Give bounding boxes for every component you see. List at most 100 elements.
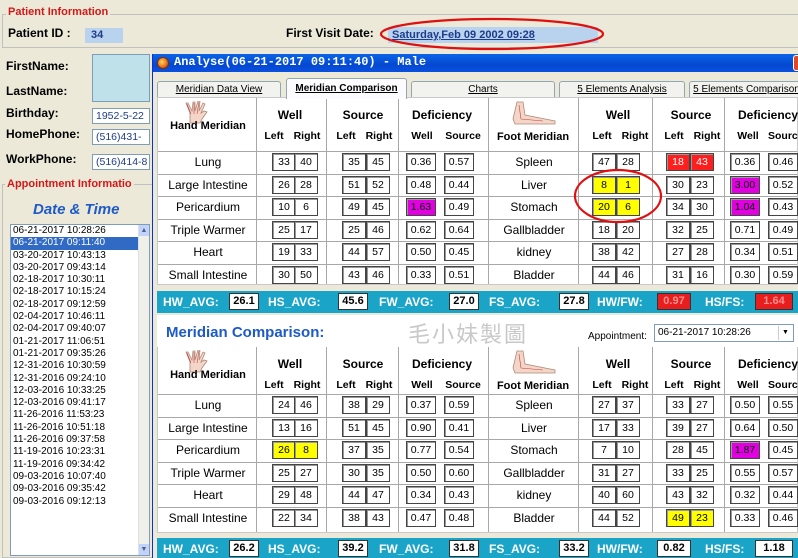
hand-wr-value: 50 [294, 265, 318, 284]
appointment-list-item[interactable]: 06-21-2017 10:28:26 [11, 225, 139, 237]
appointment-list-item[interactable]: 02-04-2017 10:46:11 [11, 311, 139, 323]
appointment-select[interactable]: 06-21-2017 10:28:26 ▼ [654, 324, 794, 342]
hand-sr-value: 52 [366, 175, 390, 194]
foot-wl-value: 31 [592, 463, 616, 482]
hand-ds-value: 0.54 [444, 441, 474, 459]
hand-meridian-name: Lung [194, 398, 222, 412]
foot-sr-value: 45 [690, 441, 714, 459]
scroll-up-button[interactable]: ▲ [139, 225, 149, 236]
foot-wr-value: 37 [616, 396, 640, 414]
foot-ds-value: 0.46 [768, 508, 798, 527]
meridian-table-current: Hand Meridian Well Source Deficiency Left Rig… [157, 97, 798, 285]
foot-well-left-header: Left [592, 130, 612, 142]
close-icon[interactable]: x [793, 55, 798, 71]
avg-label: HW_AVG: [163, 295, 219, 309]
appointment-list-item[interactable]: 11-26-2016 09:37:58 [11, 434, 139, 446]
tab-meridian-comparison[interactable]: Meridian Comparison [286, 78, 407, 99]
foot-wl-value: 44 [592, 508, 616, 527]
tab-5-elements-analysis[interactable]: 5 Elements Analysis [559, 81, 685, 98]
hand-meridian-name: Lung [194, 155, 222, 169]
workphone-field[interactable]: (516)414-8 [92, 154, 150, 170]
appointment-list[interactable]: 06-21-2017 10:28:26 06-21-2017 09:11:40 03… [10, 224, 150, 556]
hand-sl-value: 38 [342, 508, 366, 527]
hand-ds-value: 0.51 [444, 265, 474, 284]
foot-sl-value: 32 [666, 220, 690, 239]
chevron-down-icon[interactable]: ▼ [778, 326, 792, 340]
foot-wl-value: 27 [592, 396, 616, 414]
appointment-list-item[interactable]: 12-03-2016 09:41:17 [11, 397, 139, 409]
appointment-list-item[interactable]: 12-03-2016 10:33:25 [11, 385, 139, 397]
foot-sl-value: 31 [666, 265, 690, 284]
tab-meridian-data-view[interactable]: Meridian Data View [157, 81, 281, 98]
hand-sr-value: 47 [366, 486, 390, 504]
grid-vline [398, 98, 399, 284]
foot-ds-value: 0.57 [768, 463, 798, 482]
foot-wr-value: 46 [616, 265, 640, 284]
appointment-select-value: 06-21-2017 10:28:26 [658, 327, 751, 338]
homephone-field[interactable]: (516)431- [92, 129, 150, 145]
analyse-titlebar[interactable]: Analyse(06-21-2017 09:11:40) - Male x [153, 54, 798, 72]
hand-def-source-header: Source [445, 130, 481, 142]
grid-hline [158, 173, 797, 175]
patient-id-label: Patient ID : [8, 26, 71, 40]
foot-ds-value: 0.55 [768, 396, 798, 414]
appointment-list-item[interactable]: 03-20-2017 09:43:14 [11, 262, 139, 274]
appointment-label: Appointment: [588, 331, 647, 342]
foot-meridian-name: Bladder [513, 267, 555, 282]
hand-wl-value: 26 [272, 175, 296, 194]
hand-dw-value: 0.90 [406, 418, 436, 437]
tab-charts[interactable]: Charts [411, 81, 555, 98]
hand-source-right-header: Right [365, 130, 393, 142]
appointment-list-item[interactable]: 12-31-2016 09:24:10 [11, 373, 139, 385]
grid-vline [256, 98, 257, 284]
foot-source-header: Source [670, 108, 712, 122]
grid-hline [158, 439, 797, 440]
hand-wr-value: 46 [294, 396, 318, 414]
scroll-down-button[interactable]: ▼ [139, 544, 149, 555]
avg-label: FS_AVG: [489, 542, 541, 556]
foot-source-right-header: Right [693, 130, 721, 142]
avg-label: HS/FS: [705, 542, 745, 556]
appointment-list-item[interactable]: 11-19-2016 09:34:42 [11, 459, 139, 471]
avg-value: 33.2 [559, 540, 589, 557]
foot-dw-value: 0.50 [730, 396, 760, 414]
avg-label: HW/FW: [597, 295, 643, 309]
hand-wl-value: 25 [272, 463, 296, 482]
tab-5-elements-comparison[interactable]: 5 Elements Comparison [689, 81, 798, 98]
appointment-list-item[interactable]: 02-18-2017 10:15:24 [11, 286, 139, 298]
grid-hline [158, 263, 797, 265]
hand-sr-value: 46 [366, 220, 390, 239]
appointment-list-item[interactable]: 01-21-2017 09:35:26 [11, 348, 139, 360]
hand-meridian-header: Hand Meridian [170, 120, 246, 132]
foot-dw-value: 0.64 [730, 418, 760, 437]
appointment-list-item[interactable]: 11-19-2016 10:23:31 [11, 446, 139, 458]
avg-value: 31.8 [449, 540, 479, 557]
appointment-list-item[interactable]: 09-03-2016 09:35:42 [11, 483, 139, 495]
appointment-list-item[interactable]: 02-18-2017 10:30:11 [11, 274, 139, 286]
appointment-list-item[interactable]: 03-20-2017 10:43:13 [11, 250, 139, 262]
foot-ds-value: 0.45 [768, 441, 798, 459]
foot-ds-value: 0.49 [768, 220, 798, 239]
appointment-list-item[interactable]: 12-31-2016 10:30:59 [11, 360, 139, 372]
hand-sr-value: 57 [366, 243, 390, 261]
appointment-list-item[interactable]: 02-04-2017 09:40:07 [11, 323, 139, 335]
foot-ds-value: 0.44 [768, 486, 798, 504]
appointment-list-item[interactable]: 06-21-2017 09:11:40 [11, 237, 139, 250]
birthday-field[interactable]: 1952-5-22 [92, 108, 150, 124]
foot-well-right-header: Right [621, 130, 649, 142]
foot-dw-value: 0.30 [730, 265, 760, 284]
foot-source-left-header: Left [664, 130, 684, 142]
list-scrollbar[interactable]: ▲ ▼ [138, 225, 149, 555]
foot-sr-value: 28 [690, 243, 714, 261]
appointment-list-item[interactable]: 09-03-2016 09:12:13 [11, 496, 139, 508]
foot-sr-value: 25 [690, 220, 714, 239]
appointment-list-item[interactable]: 11-26-2016 10:51:18 [11, 422, 139, 434]
hand-dw-value: 0.36 [406, 153, 436, 171]
appointment-list-item[interactable]: 09-03-2016 10:07:40 [11, 471, 139, 483]
hand-dw-value: 0.50 [406, 243, 436, 261]
appointment-list-item[interactable]: 11-26-2016 11:53:23 [11, 409, 139, 421]
appointment-list-item[interactable]: 02-18-2017 09:12:59 [11, 299, 139, 311]
hand-sr-value: 46 [366, 265, 390, 284]
appointment-list-item[interactable]: 01-21-2017 11:06:51 [11, 336, 139, 348]
first-visit-label: First Visit Date: [286, 26, 374, 40]
